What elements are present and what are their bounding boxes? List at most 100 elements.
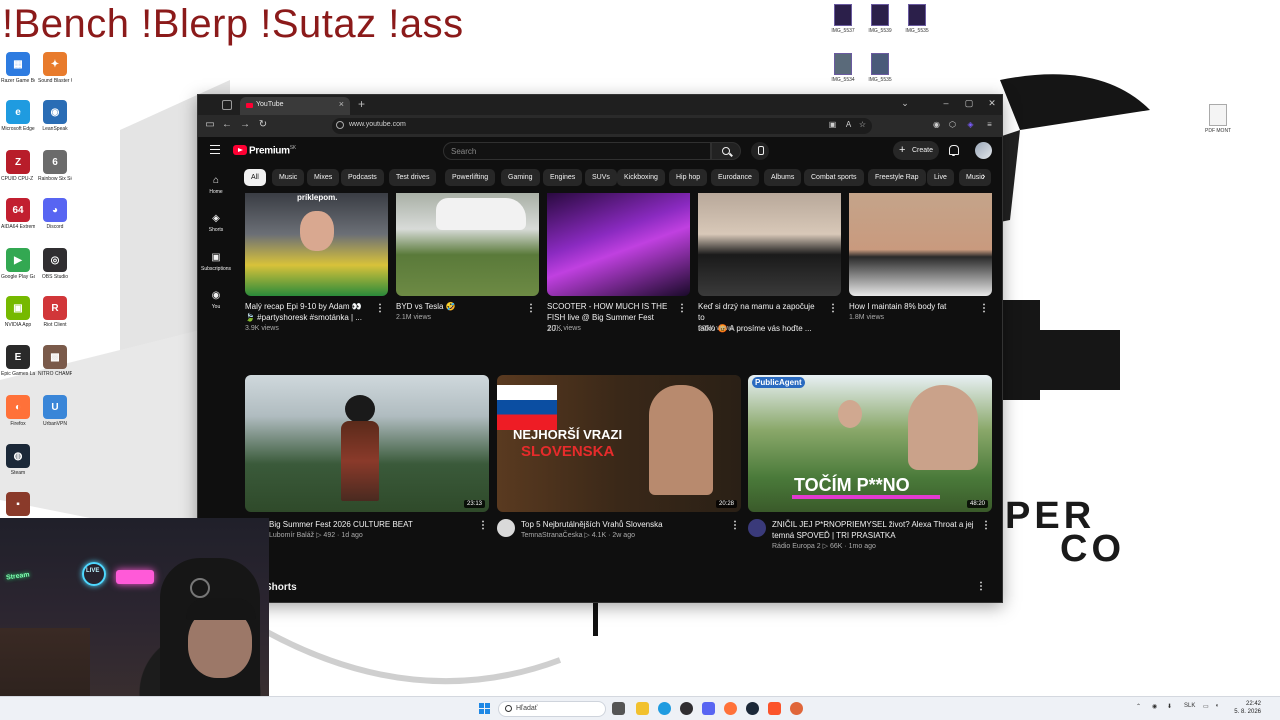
- channel-avatar[interactable]: [497, 519, 515, 537]
- video-thumbnail[interactable]: príklepom.: [245, 193, 388, 296]
- video-title[interactable]: Big Summer Fest 2026 CULTURE BEAT: [269, 519, 473, 530]
- desktop-file[interactable]: IMG_5535: [904, 4, 930, 34]
- desktop-shortcut[interactable]: ▣ NVIDIA App: [1, 296, 35, 328]
- tray-app-icon[interactable]: ⬇: [1167, 703, 1172, 710]
- chip-engines[interactable]: Engines: [543, 169, 583, 186]
- search-button[interactable]: [711, 142, 741, 160]
- desktop-file[interactable]: IMG_5539: [867, 4, 893, 34]
- chevron-right-icon[interactable]: ›: [982, 171, 985, 182]
- channel-name[interactable]: Lubomír Baláž: [269, 532, 314, 539]
- edge-icon[interactable]: [658, 702, 671, 715]
- desktop-shortcut[interactable]: ▩ NITRO CHAMPI...: [38, 345, 72, 377]
- chip-albums[interactable]: Albums: [764, 169, 802, 186]
- start-button[interactable]: [479, 703, 491, 715]
- minimize-button[interactable]: –: [939, 98, 953, 108]
- desktop-shortcut[interactable]: e Microsoft Edge: [1, 100, 35, 132]
- more-options-icon[interactable]: ⋮: [526, 303, 536, 314]
- file-explorer-icon[interactable]: [636, 702, 649, 715]
- account-avatar[interactable]: [975, 142, 992, 159]
- video-title[interactable]: Top 5 Nejbrutálnějších Vrahů Slovenska: [521, 519, 725, 530]
- chip-all[interactable]: All: [244, 169, 266, 186]
- chip-music[interactable]: Music: [272, 169, 305, 186]
- desktop-shortcut[interactable]: ▪: [1, 492, 35, 518]
- video-thumbnail[interactable]: 23:13: [245, 375, 489, 512]
- chip-live[interactable]: Live: [927, 169, 954, 186]
- desktop-shortcut[interactable]: ▶ Google Play Games: [1, 248, 35, 280]
- guide-item-home[interactable]: ⌂ Home: [198, 175, 234, 195]
- extension-icon[interactable]: ◈: [965, 120, 976, 131]
- profile-icon[interactable]: ◉: [931, 120, 942, 131]
- volume-icon[interactable]: ◖: [1215, 703, 1219, 709]
- tray-app-icon[interactable]: ◉: [1152, 703, 1157, 710]
- brave-icon[interactable]: [768, 702, 781, 715]
- maximize-button[interactable]: ▢: [962, 98, 976, 109]
- chip-mixes[interactable]: Mixes: [307, 169, 340, 186]
- close-tab-icon[interactable]: ×: [339, 99, 344, 109]
- desktop-file[interactable]: IMG_5534: [830, 53, 856, 83]
- desktop-file[interactable]: PDF MONT: [1205, 104, 1231, 134]
- video-thumbnail[interactable]: [547, 193, 690, 296]
- sidebar-toggle-icon[interactable]: ▭: [203, 119, 217, 130]
- video-thumbnail[interactable]: [396, 193, 539, 296]
- screenshot-icon[interactable]: ▣: [827, 120, 838, 131]
- more-options-icon[interactable]: ⋮: [981, 520, 991, 531]
- desktop-shortcut[interactable]: ◍ Steam: [1, 444, 35, 476]
- desktop-shortcut[interactable]: ◎ OBS Studio: [38, 248, 72, 280]
- task-view-icon[interactable]: [612, 702, 625, 715]
- menu-icon[interactable]: ≡: [984, 120, 995, 131]
- video-title[interactable]: How I maintain 8% body fat: [849, 301, 971, 312]
- hamburger-menu-icon[interactable]: [210, 145, 220, 154]
- youtube-brand[interactable]: PremiumSK: [249, 145, 296, 156]
- video-title[interactable]: BYD vs Tesla 🤣: [396, 301, 518, 312]
- chip-test-drives[interactable]: Test drives: [389, 169, 437, 186]
- chip-gaming[interactable]: Gaming: [501, 169, 540, 186]
- tray-chevron-icon[interactable]: ⌃: [1136, 703, 1141, 710]
- guide-item-subscriptions[interactable]: ▣ Subscriptions: [198, 252, 234, 272]
- chip-freestyle-rap[interactable]: Freestyle Rap: [868, 169, 926, 186]
- video-thumbnail[interactable]: [698, 193, 841, 296]
- channel-avatar[interactable]: [748, 519, 766, 537]
- close-window-button[interactable]: ✕: [985, 98, 999, 109]
- notifications-bell-icon[interactable]: [948, 144, 959, 156]
- url-field[interactable]: www.youtube.com: [332, 118, 872, 134]
- extensions-icon[interactable]: ⬡: [947, 120, 958, 131]
- desktop-shortcut[interactable]: U UrbanVPN: [38, 395, 72, 427]
- firefox-icon[interactable]: [724, 702, 737, 715]
- search-input[interactable]: Search: [443, 142, 711, 160]
- chip-podcasts[interactable]: Podcasts: [341, 169, 384, 186]
- tab-list-icon[interactable]: ⌄: [898, 98, 912, 109]
- bookmark-star-icon[interactable]: ☆: [857, 120, 868, 131]
- desktop-shortcut[interactable]: 64 AIDA64 Extreme: [1, 198, 35, 230]
- chip-powerlifting[interactable]: Powerlifting: [445, 169, 496, 186]
- guide-item-shorts[interactable]: ◈ Shorts: [198, 213, 234, 233]
- new-tab-icon[interactable]: +: [358, 97, 365, 111]
- guide-item-you[interactable]: ◉ You: [198, 290, 234, 310]
- taskbar-search[interactable]: Hľadať: [498, 701, 606, 717]
- channel-name[interactable]: TemnaStranaČeska: [521, 532, 582, 539]
- video-thumbnail[interactable]: NEJHORŠÍ VRAZI SLOVENSKA 20:28: [497, 375, 741, 512]
- desktop-shortcut[interactable]: R Riot Client: [38, 296, 72, 328]
- clock[interactable]: 22:42 5. 8. 2026: [1233, 700, 1261, 716]
- video-thumbnail[interactable]: PublicAgent TOČÍM P**NO 48:20: [748, 375, 992, 512]
- keyboard-language[interactable]: SLK: [1184, 703, 1195, 709]
- tab-actions-icon[interactable]: [222, 100, 232, 110]
- chip-kickboxing[interactable]: Kickboxing: [617, 169, 665, 186]
- chip-music[interactable]: Music: [959, 169, 992, 186]
- youtube-logo-icon[interactable]: [233, 145, 247, 155]
- back-icon[interactable]: ←: [220, 119, 234, 130]
- video-title[interactable]: Malý recap Epi 9-10 by Adam 👀 🍃 #partysho…: [245, 301, 367, 323]
- desktop-shortcut[interactable]: Z CPUID CPU-Z MSI: [1, 150, 35, 182]
- video-thumbnail[interactable]: [849, 193, 992, 296]
- site-info-icon[interactable]: [336, 121, 344, 129]
- desktop-shortcut[interactable]: 6 Rainbow Six Siege: [38, 150, 72, 182]
- more-options-icon[interactable]: ⋮: [375, 303, 385, 314]
- obs-icon[interactable]: [680, 702, 693, 715]
- more-options-icon[interactable]: ⋮: [730, 520, 740, 531]
- chip-combat-sports[interactable]: Combat sports: [804, 169, 864, 186]
- more-options-icon[interactable]: ⋮: [976, 581, 986, 592]
- create-button[interactable]: + Create: [893, 141, 939, 160]
- more-options-icon[interactable]: ⋮: [979, 303, 989, 314]
- desktop-shortcut[interactable]: ◉ LeanSpeak: [38, 100, 72, 132]
- desktop-shortcut[interactable]: E Epic Games Launcher: [1, 345, 35, 377]
- network-icon[interactable]: ▭: [1203, 703, 1209, 710]
